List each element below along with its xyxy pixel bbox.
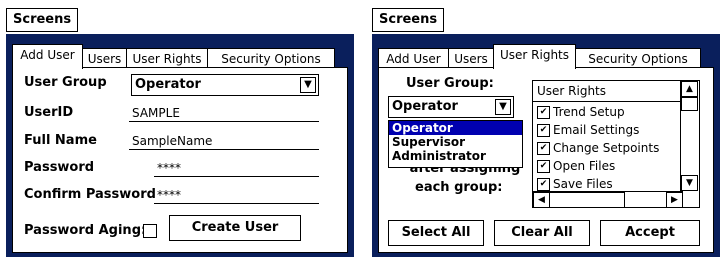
check-icon[interactable]: ✔ xyxy=(537,106,550,119)
dropdown-option-administrator[interactable]: Administrator xyxy=(389,149,522,163)
scroll-down-icon[interactable]: ▼ xyxy=(681,175,698,191)
tab-bar: Add User Users User Rights Security Opti… xyxy=(378,44,714,69)
confirm-password-label: Confirm Password xyxy=(24,187,156,202)
dropdown-option-operator[interactable]: Operator xyxy=(389,121,522,135)
right-item-change-setpoints[interactable]: ✔ Change Setpoints xyxy=(537,140,659,156)
chevron-down-icon[interactable]: ▼ xyxy=(300,77,316,93)
tab-add-user[interactable]: Add User xyxy=(378,48,449,68)
right-item-open-files[interactable]: ✔ Open Files xyxy=(537,158,615,174)
tab-security-options[interactable]: Security Options xyxy=(575,48,701,68)
user-rights-form: User Group: Operator ▼ Operator Supervis… xyxy=(378,67,714,253)
scroll-up-icon[interactable]: ▲ xyxy=(681,81,698,97)
password-label: Password xyxy=(24,160,95,175)
tab-add-user[interactable]: Add User xyxy=(12,44,83,69)
rights-header: User Rights xyxy=(537,84,607,98)
tab-security-options[interactable]: Security Options xyxy=(207,48,335,68)
user-group-dropdown[interactable]: Operator Supervisor Administrator xyxy=(388,120,523,168)
dropdown-option-supervisor[interactable]: Supervisor xyxy=(389,135,522,149)
screens-title: Screens xyxy=(372,8,445,32)
hint-line-2: each group: xyxy=(415,180,503,195)
user-group-value: Operator xyxy=(392,99,458,114)
user-group-label: User Group: xyxy=(406,76,494,91)
user-group-select[interactable]: Operator ▼ xyxy=(388,96,514,118)
tab-bar: Add User Users User Rights Security Opti… xyxy=(12,44,348,69)
check-icon[interactable]: ✔ xyxy=(537,124,550,137)
user-rights-panel: Screens Add User Users User Rights Secur… xyxy=(372,0,720,257)
user-group-select[interactable]: Operator ▼ xyxy=(131,74,319,96)
user-rights-listbox[interactable]: User Rights ✔ Trend Setup ✔ Email Settings… xyxy=(532,80,700,208)
tab-user-rights[interactable]: User Rights xyxy=(126,48,208,68)
add-user-panel: Screens Add User Users User Rights Secur… xyxy=(6,0,354,257)
vertical-scrollbar[interactable]: ▲ ▼ xyxy=(680,81,699,191)
check-icon[interactable]: ✔ xyxy=(537,142,550,155)
userid-label: UserID xyxy=(24,105,74,120)
fullname-label: Full Name xyxy=(24,133,97,148)
screens-title: Screens xyxy=(6,8,79,32)
user-group-value: Operator xyxy=(135,77,201,92)
confirm-password-field[interactable]: **** xyxy=(154,184,319,204)
scroll-left-icon[interactable]: ◀ xyxy=(533,192,550,207)
hscroll-thumb[interactable] xyxy=(549,192,625,207)
scroll-right-icon[interactable]: ▶ xyxy=(666,192,683,207)
userid-field[interactable]: SAMPLE xyxy=(129,102,319,122)
screens-frame: Add User Users User Rights Security Opti… xyxy=(372,34,720,257)
chevron-down-icon[interactable]: ▼ xyxy=(495,99,511,115)
password-aging-label: Password Aging: xyxy=(24,223,147,238)
password-aging-checkbox[interactable] xyxy=(143,224,157,238)
accept-button[interactable]: Accept xyxy=(600,220,700,246)
create-user-button[interactable]: Create User xyxy=(169,215,301,241)
right-item-trend-setup[interactable]: ✔ Trend Setup xyxy=(537,104,625,120)
clear-all-button[interactable]: Clear All xyxy=(494,220,590,246)
fullname-field[interactable]: SampleName xyxy=(129,130,319,150)
screens-frame: Add User Users User Rights Security Opti… xyxy=(6,34,354,257)
header-divider xyxy=(533,101,683,102)
horizontal-scrollbar[interactable]: ◀ ▶ xyxy=(533,191,683,207)
select-all-button[interactable]: Select All xyxy=(388,220,484,246)
tab-users[interactable]: Users xyxy=(448,48,494,68)
user-group-label: User Group xyxy=(24,75,107,90)
password-field[interactable]: **** xyxy=(154,157,319,177)
right-item-email-settings[interactable]: ✔ Email Settings xyxy=(537,122,639,138)
check-icon[interactable]: ✔ xyxy=(537,160,550,173)
add-user-form: User Group Operator ▼ UserID SAMPLE Full… xyxy=(12,67,348,253)
tab-users[interactable]: Users xyxy=(82,48,127,68)
check-icon[interactable]: ✔ xyxy=(537,178,550,191)
scroll-thumb[interactable] xyxy=(681,97,698,111)
tab-user-rights[interactable]: User Rights xyxy=(493,44,576,69)
right-item-save-files[interactable]: ✔ Save Files xyxy=(537,176,613,192)
